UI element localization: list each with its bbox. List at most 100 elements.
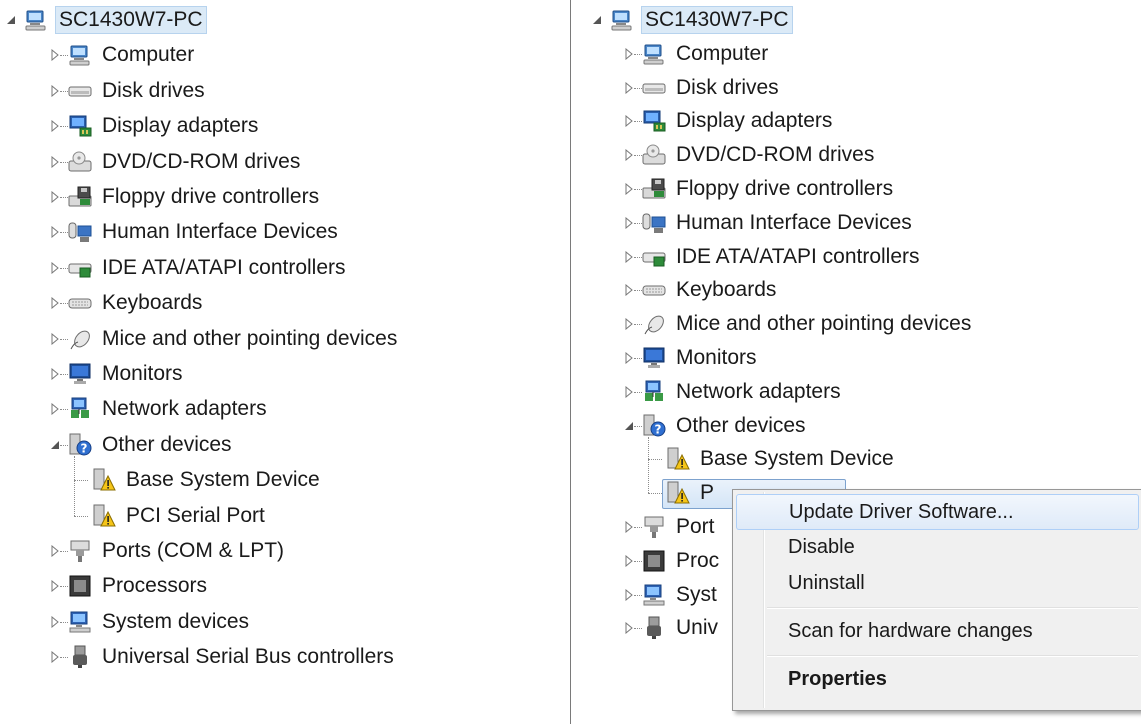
tree-category[interactable]: Keyboards bbox=[622, 275, 779, 305]
processor-icon bbox=[68, 574, 92, 598]
tree-connector bbox=[60, 586, 68, 588]
tree-child-item[interactable]: Base System Device bbox=[86, 465, 323, 495]
expanded-arrow-icon[interactable] bbox=[4, 13, 18, 27]
expanded-arrow-icon[interactable] bbox=[590, 13, 604, 27]
tree-connector bbox=[634, 594, 642, 597]
tree-child-item[interactable]: PCI Serial Port bbox=[86, 501, 268, 531]
tree-category[interactable]: Human Interface Devices bbox=[48, 217, 341, 247]
ide-controller-icon bbox=[642, 245, 666, 269]
tree-connector bbox=[60, 55, 68, 57]
tree-category[interactable]: IDE ATA/ATAPI controllers bbox=[48, 253, 349, 283]
warning-device-icon bbox=[92, 468, 116, 492]
tree-category[interactable]: DVD/CD-ROM drives bbox=[48, 147, 303, 177]
computer-icon bbox=[610, 8, 634, 32]
tree-category[interactable]: Processors bbox=[48, 571, 210, 601]
tree-item-label: Computer bbox=[676, 41, 769, 65]
tree-item-label: Computer bbox=[102, 43, 195, 67]
tree-category[interactable]: Network adapters bbox=[48, 394, 270, 424]
tree-category[interactable]: Floppy drive controllers bbox=[48, 182, 322, 212]
computer-icon bbox=[68, 43, 92, 67]
tree-item-label: Network adapters bbox=[102, 397, 267, 421]
tree-item-label: Base System Device bbox=[700, 447, 894, 471]
tree-category[interactable]: System devices bbox=[48, 607, 252, 637]
tree-connector bbox=[60, 161, 68, 164]
tree-item-label: Keyboards bbox=[676, 278, 777, 302]
tree-category[interactable]: Human Interface Devices bbox=[622, 208, 915, 238]
usb-icon bbox=[642, 616, 666, 640]
tree-root[interactable]: SC1430W7-PC bbox=[590, 5, 793, 35]
tree-category[interactable]: Display adapters bbox=[48, 111, 261, 141]
disk-drive-icon bbox=[642, 76, 666, 100]
tree-item-label: Ports (COM & LPT) bbox=[102, 539, 285, 562]
display-adapter-icon bbox=[68, 114, 92, 138]
tree-item-label: PCI Serial Port bbox=[126, 503, 265, 527]
menu-item-scan-for-hardware-changes[interactable]: Scan for hardware changes bbox=[736, 614, 1139, 648]
tree-connector bbox=[60, 409, 68, 411]
tree-item-label: Display adapters bbox=[676, 109, 833, 133]
tree-category[interactable]: Monitors bbox=[622, 343, 760, 373]
system-devices-icon bbox=[68, 610, 92, 634]
warning-device-icon bbox=[92, 504, 116, 528]
tree-item-label: P bbox=[700, 481, 715, 505]
tree-category[interactable]: Universal Serial Bus controllers bbox=[48, 642, 397, 672]
tree-item-label: Keyboards bbox=[102, 291, 203, 315]
tree-category[interactable]: Computer bbox=[48, 40, 197, 70]
tree-category[interactable]: Floppy drive controllers bbox=[622, 174, 896, 204]
tree-category[interactable]: Monitors bbox=[48, 359, 186, 389]
menu-item-properties[interactable]: Properties bbox=[736, 662, 1139, 696]
tree-item-label: Universal Serial Bus controllers bbox=[102, 645, 394, 669]
tree-category[interactable]: Mice and other pointing devices bbox=[48, 324, 400, 354]
tree-item-label: Human Interface Devices bbox=[102, 220, 338, 244]
computer-icon bbox=[642, 42, 666, 66]
tree-connector bbox=[648, 436, 650, 494]
tree-connector bbox=[60, 303, 68, 305]
tree-item-label: Disk drives bbox=[102, 78, 205, 102]
tree-category[interactable]: Mice and other pointing devices bbox=[622, 309, 974, 339]
tree-connector bbox=[60, 551, 68, 553]
tree-category[interactable]: DVD/CD-ROM drives bbox=[622, 140, 877, 170]
pane-divider bbox=[570, 0, 571, 724]
tree-connector bbox=[634, 189, 642, 191]
tree-root[interactable]: SC1430W7-PC bbox=[4, 5, 207, 35]
tree-item-label: Other devices bbox=[102, 432, 232, 456]
svg-text:?: ? bbox=[655, 422, 662, 436]
tree-child-item[interactable]: Base System Device bbox=[660, 444, 897, 474]
context-menu: Update Driver Software... Disable Uninstal… bbox=[732, 489, 1141, 711]
hid-icon bbox=[642, 211, 666, 235]
tree-item-label: Disk drives bbox=[676, 75, 779, 99]
disk-drive-icon bbox=[68, 79, 92, 103]
ide-controller-icon bbox=[68, 256, 92, 280]
tree-item-label: IDE ATA/ATAPI controllers bbox=[676, 244, 920, 268]
tree-category[interactable]: Disk drives bbox=[622, 73, 782, 103]
menu-item-uninstall[interactable]: Uninstall bbox=[736, 566, 1139, 600]
menu-item-label: Scan for hardware changes bbox=[788, 619, 1033, 642]
tree-category[interactable]: IDE ATA/ATAPI controllers bbox=[622, 242, 923, 272]
tree-category[interactable]: Network adapters bbox=[622, 377, 844, 407]
tree-connector bbox=[634, 391, 642, 394]
tree-item-label: SC1430W7-PC bbox=[641, 6, 793, 34]
tree-connector bbox=[60, 267, 68, 270]
tree-connector bbox=[60, 621, 68, 624]
tree-connector bbox=[60, 90, 68, 93]
floppy-controller-icon bbox=[68, 185, 92, 209]
tree-category[interactable]: Disk drives bbox=[48, 76, 208, 106]
tree-item-label: Univ bbox=[676, 616, 719, 640]
tree-category[interactable]: Keyboards bbox=[48, 288, 205, 318]
warning-device-icon bbox=[666, 447, 690, 471]
floppy-controller-icon bbox=[642, 177, 666, 201]
menu-separator bbox=[767, 655, 1138, 657]
tree-item-label: Floppy drive controllers bbox=[102, 185, 320, 208]
svg-text:?: ? bbox=[81, 441, 88, 455]
device-tree-left: SC1430W7-PC Computer Disk drives Display ad… bbox=[0, 0, 568, 724]
keyboard-icon bbox=[68, 291, 92, 315]
tree-item-label: DVD/CD-ROM drives bbox=[102, 149, 301, 173]
menu-item-label: Disable bbox=[788, 535, 855, 558]
menu-item-disable[interactable]: Disable bbox=[736, 530, 1139, 564]
tree-category[interactable]: Ports (COM & LPT) bbox=[48, 536, 287, 566]
usb-icon bbox=[68, 645, 92, 669]
menu-item-update-driver-software[interactable]: Update Driver Software... bbox=[736, 494, 1139, 530]
tree-child-item[interactable]: P bbox=[660, 478, 717, 508]
tree-category[interactable]: Display adapters bbox=[622, 106, 835, 136]
tree-category[interactable]: Computer bbox=[622, 39, 771, 69]
tree-connector bbox=[634, 628, 642, 630]
